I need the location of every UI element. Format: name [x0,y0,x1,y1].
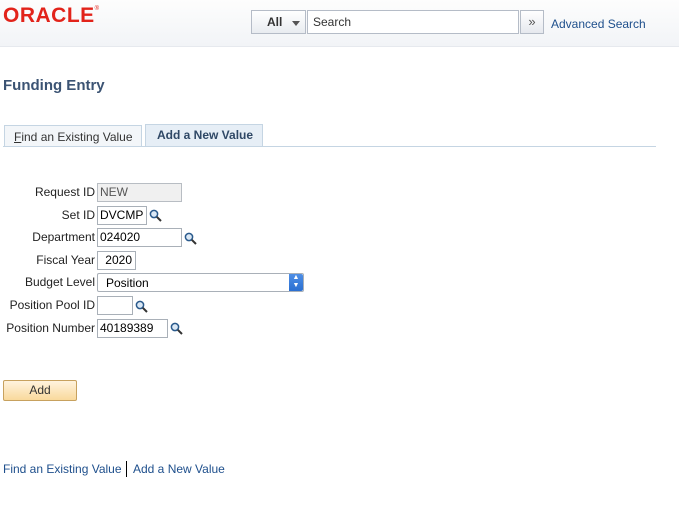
header-bar: ORACLE® All » Advanced Search [0,0,679,47]
fiscal-year-label: Fiscal Year [36,253,95,267]
budget-level-select[interactable]: Position ▲ ▼ [97,273,304,292]
search-input[interactable] [307,10,519,34]
chevron-down-icon [292,21,300,26]
advanced-search-link[interactable]: Advanced Search [551,17,646,31]
search-scope-label: All [267,15,283,29]
position-number-label: Position Number [6,321,95,335]
request-id-field: NEW [97,183,182,202]
lookup-icon[interactable] [184,232,197,245]
set-id-field[interactable]: DVCMP [97,206,147,225]
request-id-label: Request ID [34,185,95,199]
budget-level-value: Position [106,276,149,290]
add-button[interactable]: Add [3,380,77,401]
position-pool-id-label: Position Pool ID [9,298,95,312]
fiscal-year-field[interactable]: 2020 [97,251,136,270]
tab-divider [3,146,656,147]
footer-separator [126,461,127,477]
set-id-label: Set ID [61,208,95,222]
department-label: Department [32,230,95,244]
tab-add-new-value[interactable]: Add a New Value [145,124,263,147]
oracle-logo: ORACLE® [3,4,100,27]
tab-find-label: Find an Existing Value [14,130,133,144]
double-chevron-right-icon: » [528,14,536,29]
lookup-icon[interactable] [135,300,148,313]
tab-find-existing-value[interactable]: Find an Existing Value [4,125,142,146]
lookup-icon[interactable] [170,322,183,335]
position-pool-id-field[interactable] [97,296,133,315]
department-field[interactable]: 024020 [97,228,182,247]
tab-add-label: Add a New Value [157,128,254,142]
find-existing-value-link[interactable]: Find an Existing Value [3,462,122,476]
position-number-field[interactable]: 40189389 [97,319,168,338]
page-title: Funding Entry [3,77,105,94]
lookup-icon[interactable] [149,209,162,222]
select-arrows-icon: ▲ ▼ [289,274,303,291]
budget-level-label: Budget Level [24,275,95,289]
search-go-button[interactable]: » [520,10,544,34]
search-scope-dropdown[interactable]: All [251,10,306,34]
add-new-value-link[interactable]: Add a New Value [133,462,225,476]
